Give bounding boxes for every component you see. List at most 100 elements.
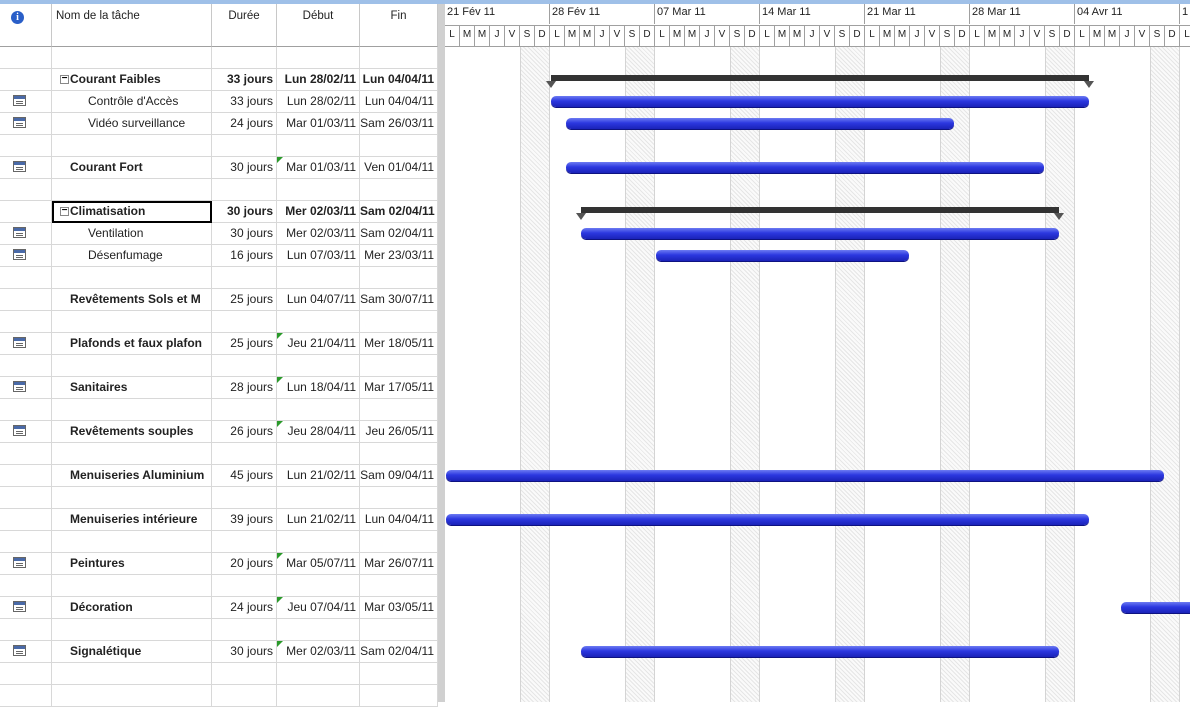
task-name-cell[interactable]: Menuiseries Aluminium bbox=[52, 465, 212, 487]
task-name-cell[interactable] bbox=[52, 47, 212, 69]
table-row[interactable]: Revêtements souples 26 jours Jeu 28/04/11 J… bbox=[0, 421, 438, 443]
task-calendar-icon[interactable] bbox=[13, 249, 26, 260]
start-date-cell[interactable]: Mar 01/03/11 bbox=[277, 113, 360, 135]
finish-date-cell[interactable] bbox=[360, 399, 438, 421]
task-calendar-icon[interactable] bbox=[13, 601, 26, 612]
table-row[interactable] bbox=[0, 399, 438, 421]
duration-cell[interactable]: 28 jours bbox=[212, 377, 277, 399]
duration-cell[interactable]: 30 jours bbox=[212, 157, 277, 179]
task-calendar-icon[interactable] bbox=[13, 425, 26, 436]
task-name-cell[interactable]: Décoration bbox=[52, 597, 212, 619]
start-date-cell[interactable]: Lun 21/02/11 bbox=[277, 509, 360, 531]
table-row[interactable]: Vidéo surveillance 24 jours Mar 01/03/11 Sa… bbox=[0, 113, 438, 135]
start-date-cell[interactable]: Jeu 21/04/11 bbox=[277, 333, 360, 355]
task-bar[interactable] bbox=[566, 118, 954, 129]
start-column-header[interactable]: Début bbox=[277, 4, 360, 47]
task-name-cell[interactable] bbox=[52, 531, 212, 553]
task-calendar-icon[interactable] bbox=[13, 337, 26, 348]
task-bar[interactable] bbox=[446, 514, 1089, 525]
finish-date-cell[interactable]: Mar 17/05/11 bbox=[360, 377, 438, 399]
duration-cell[interactable] bbox=[212, 487, 277, 509]
table-row[interactable]: Ventilation 30 jours Mer 02/03/11 Sam 02/04… bbox=[0, 223, 438, 245]
start-date-cell[interactable]: Jeu 28/04/11 bbox=[277, 421, 360, 443]
name-column-header[interactable]: Nom de la tâche bbox=[52, 4, 212, 47]
table-row[interactable]: Décoration 24 jours Jeu 07/04/11 Mar 03/05/… bbox=[0, 597, 438, 619]
table-row[interactable] bbox=[0, 135, 438, 157]
task-calendar-icon[interactable] bbox=[13, 557, 26, 568]
table-row[interactable] bbox=[0, 267, 438, 289]
start-date-cell[interactable]: Lun 28/02/11 bbox=[277, 91, 360, 113]
finish-date-cell[interactable] bbox=[360, 575, 438, 597]
gantt-chart[interactable]: 21 Fév 11 L M M J V S D 28 Fév 11 L M M J V S D 07 Mar 1… bbox=[438, 4, 1190, 702]
duration-cell[interactable] bbox=[212, 685, 277, 707]
task-name-cell[interactable] bbox=[52, 355, 212, 377]
start-date-cell[interactable]: Lun 21/02/11 bbox=[277, 465, 360, 487]
collapse-icon[interactable]: − bbox=[60, 206, 69, 216]
task-name-cell[interactable]: Contrôle d'Accès bbox=[52, 91, 212, 113]
task-bar[interactable] bbox=[566, 162, 1044, 173]
start-date-cell[interactable]: Lun 07/03/11 bbox=[277, 245, 360, 267]
start-date-cell[interactable]: Jeu 07/04/11 bbox=[277, 597, 360, 619]
task-bar[interactable] bbox=[1121, 602, 1190, 613]
duration-cell[interactable] bbox=[212, 619, 277, 641]
duration-cell[interactable]: 24 jours bbox=[212, 113, 277, 135]
table-row[interactable]: − Courant Faibles 33 jours Lun 28/02/11 Lun … bbox=[0, 69, 438, 91]
start-date-cell[interactable]: Lun 18/04/11 bbox=[277, 377, 360, 399]
duration-cell[interactable] bbox=[212, 443, 277, 465]
finish-date-cell[interactable] bbox=[360, 267, 438, 289]
finish-date-cell[interactable]: Lun 04/04/11 bbox=[360, 91, 438, 113]
duration-cell[interactable]: 39 jours bbox=[212, 509, 277, 531]
task-name-cell[interactable] bbox=[52, 685, 212, 707]
finish-date-cell[interactable]: Sam 30/07/11 bbox=[360, 289, 438, 311]
task-name-cell[interactable] bbox=[52, 663, 212, 685]
table-row[interactable] bbox=[0, 355, 438, 377]
duration-cell[interactable] bbox=[212, 311, 277, 333]
start-date-cell[interactable] bbox=[277, 399, 360, 421]
duration-cell[interactable]: 25 jours bbox=[212, 289, 277, 311]
finish-date-cell[interactable]: Sam 02/04/11 bbox=[360, 201, 438, 223]
start-date-cell[interactable] bbox=[277, 355, 360, 377]
start-date-cell[interactable] bbox=[277, 443, 360, 465]
duration-cell[interactable]: 26 jours bbox=[212, 421, 277, 443]
start-date-cell[interactable] bbox=[277, 135, 360, 157]
finish-date-cell[interactable]: Sam 26/03/11 bbox=[360, 113, 438, 135]
duration-column-header[interactable]: Durée bbox=[212, 4, 277, 47]
collapse-icon[interactable]: − bbox=[60, 74, 69, 84]
table-row[interactable]: Contrôle d'Accès 33 jours Lun 28/02/11 Lun … bbox=[0, 91, 438, 113]
task-calendar-icon[interactable] bbox=[13, 381, 26, 392]
start-date-cell[interactable]: Mar 01/03/11 bbox=[277, 157, 360, 179]
finish-date-cell[interactable]: Sam 02/04/11 bbox=[360, 223, 438, 245]
duration-cell[interactable]: 25 jours bbox=[212, 333, 277, 355]
finish-date-cell[interactable]: Sam 09/04/11 bbox=[360, 465, 438, 487]
start-date-cell[interactable] bbox=[277, 685, 360, 707]
finish-date-cell[interactable]: Lun 04/04/11 bbox=[360, 509, 438, 531]
task-name-cell[interactable]: − Climatisation bbox=[52, 201, 212, 223]
finish-date-cell[interactable]: Mar 26/07/11 bbox=[360, 553, 438, 575]
task-name-cell[interactable]: Signalétique bbox=[52, 641, 212, 663]
table-row[interactable]: Peintures 20 jours Mar 05/07/11 Mar 26/07/1… bbox=[0, 553, 438, 575]
task-name-cell[interactable]: Revêtements Sols et M bbox=[52, 289, 212, 311]
table-row[interactable] bbox=[0, 663, 438, 685]
start-date-cell[interactable]: Mar 05/07/11 bbox=[277, 553, 360, 575]
start-date-cell[interactable] bbox=[277, 531, 360, 553]
finish-column-header[interactable]: Fin bbox=[360, 4, 438, 47]
duration-cell[interactable]: 30 jours bbox=[212, 223, 277, 245]
start-date-cell[interactable] bbox=[277, 179, 360, 201]
finish-date-cell[interactable] bbox=[360, 531, 438, 553]
duration-cell[interactable]: 33 jours bbox=[212, 69, 277, 91]
task-calendar-icon[interactable] bbox=[13, 117, 26, 128]
start-date-cell[interactable] bbox=[277, 487, 360, 509]
duration-cell[interactable]: 16 jours bbox=[212, 245, 277, 267]
duration-cell[interactable] bbox=[212, 399, 277, 421]
start-date-cell[interactable] bbox=[277, 47, 360, 69]
table-row[interactable] bbox=[0, 619, 438, 641]
finish-date-cell[interactable]: Sam 02/04/11 bbox=[360, 641, 438, 663]
task-name-cell[interactable]: Ventilation bbox=[52, 223, 212, 245]
summary-task-bar[interactable] bbox=[581, 207, 1059, 213]
start-date-cell[interactable] bbox=[277, 311, 360, 333]
task-name-cell[interactable]: Désenfumage bbox=[52, 245, 212, 267]
task-calendar-icon[interactable] bbox=[13, 161, 26, 172]
duration-cell[interactable] bbox=[212, 531, 277, 553]
finish-date-cell[interactable] bbox=[360, 685, 438, 707]
task-bar[interactable] bbox=[581, 646, 1059, 657]
